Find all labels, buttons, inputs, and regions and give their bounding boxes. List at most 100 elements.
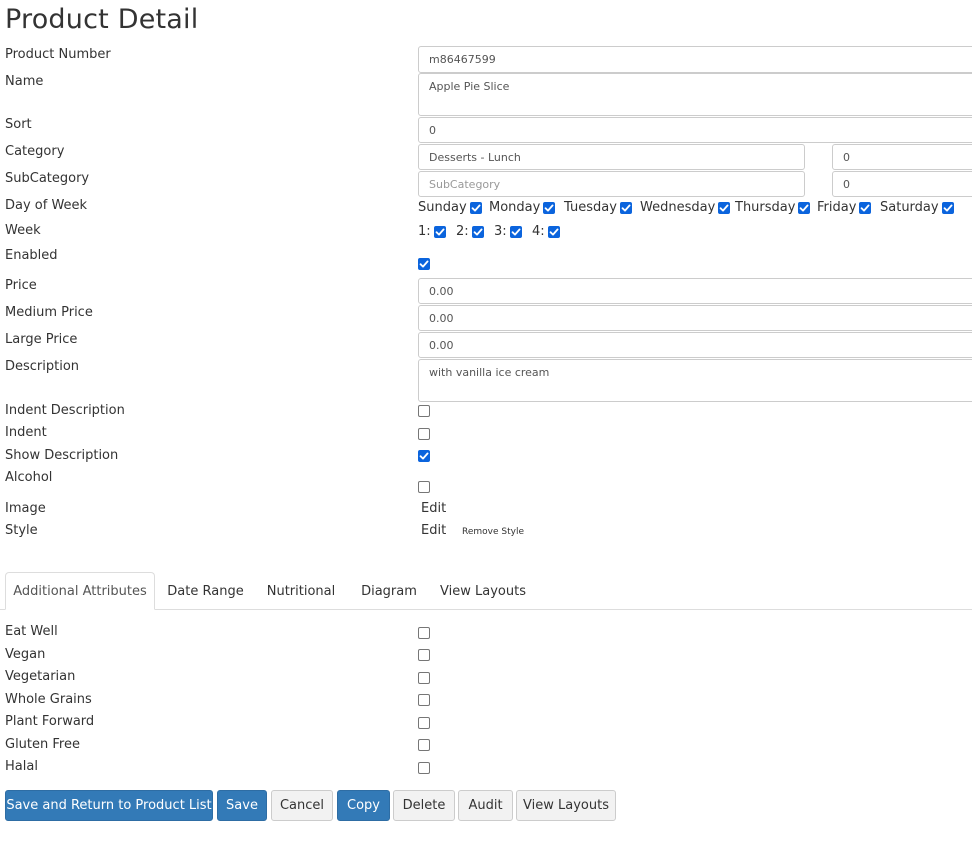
attr-label-eat-well: Eat Well	[5, 624, 58, 639]
tab-diagram[interactable]: Diagram	[352, 572, 426, 610]
checkbox[interactable]	[547, 225, 560, 238]
audit-button[interactable]: Audit	[458, 790, 513, 821]
indent-checkbox[interactable]	[418, 428, 430, 440]
checkbox[interactable]	[798, 201, 811, 214]
day-label: Saturday	[880, 200, 939, 215]
save-and-return-button[interactable]: Save and Return to Product List	[5, 790, 213, 821]
label-product-number: Product Number	[5, 47, 111, 62]
indent-description-checkbox[interactable]	[418, 405, 430, 417]
label-day-of-week: Day of Week	[5, 198, 88, 213]
check-icon	[943, 204, 953, 211]
week-4[interactable]: 4:	[532, 224, 560, 239]
category-sort-input[interactable]: 0	[832, 144, 972, 170]
checkbox[interactable]	[619, 201, 632, 214]
image-edit-link[interactable]: Edit	[421, 501, 446, 516]
cancel-button[interactable]: Cancel	[271, 790, 333, 821]
week-1[interactable]: 1:	[418, 224, 446, 239]
day-wednesday[interactable]: Wednesday	[640, 200, 731, 215]
checkbox[interactable]	[859, 201, 872, 214]
subcategory-input[interactable]: SubCategory	[418, 171, 805, 197]
attr-label-whole-grains: Whole Grains	[5, 692, 92, 707]
label-show-description: Show Description	[5, 448, 119, 463]
week-label: 4:	[532, 224, 545, 239]
day-label: Sunday	[418, 200, 467, 215]
plant-forward-checkbox[interactable]	[418, 717, 430, 729]
week-2[interactable]: 2:	[456, 224, 484, 239]
attr-label-vegetarian: Vegetarian	[5, 669, 76, 684]
check-icon	[473, 228, 483, 235]
vegetarian-checkbox[interactable]	[418, 672, 430, 684]
delete-button[interactable]: Delete	[393, 790, 455, 821]
week-label: 2:	[456, 224, 469, 239]
style-edit-link[interactable]: Edit	[421, 523, 446, 538]
label-large-price: Large Price	[5, 332, 78, 347]
remove-style-link[interactable]: Remove Style	[462, 527, 524, 537]
description-textarea[interactable]: with vanilla ice cream	[418, 359, 972, 402]
day-label: Tuesday	[564, 200, 617, 215]
day-monday[interactable]: Monday	[489, 200, 556, 215]
label-week: Week	[5, 223, 41, 238]
day-label: Thursday	[735, 200, 796, 215]
checkbox[interactable]	[941, 201, 954, 214]
tab-additional-attributes[interactable]: Additional Attributes	[5, 572, 155, 610]
save-button[interactable]: Save	[217, 790, 267, 821]
attr-label-halal: Halal	[5, 759, 38, 774]
attr-label-gluten-free: Gluten Free	[5, 737, 80, 752]
label-enabled: Enabled	[5, 248, 58, 263]
checkbox[interactable]	[718, 201, 731, 214]
product-number-input[interactable]: m86467599	[418, 46, 972, 73]
large-price-input[interactable]: 0.00	[418, 332, 972, 358]
eat-well-checkbox[interactable]	[418, 627, 430, 639]
day-sunday[interactable]: Sunday	[418, 200, 482, 215]
checkbox[interactable]	[469, 201, 482, 214]
day-label: Monday	[489, 200, 541, 215]
whole-grains-checkbox[interactable]	[418, 694, 430, 706]
copy-button[interactable]: Copy	[337, 790, 390, 821]
tab-date-range[interactable]: Date Range	[160, 572, 251, 610]
enabled-checkbox[interactable]	[418, 258, 430, 270]
check-icon	[861, 204, 870, 211]
day-friday[interactable]: Friday	[817, 200, 872, 215]
tab-nutritional[interactable]: Nutritional	[258, 572, 344, 610]
label-name: Name	[5, 74, 44, 89]
checkbox[interactable]	[433, 225, 446, 238]
checkbox[interactable]	[543, 201, 556, 214]
check-icon	[435, 228, 445, 235]
check-icon	[419, 260, 429, 268]
subcategory-sort-input[interactable]: 0	[832, 171, 972, 197]
day-tuesday[interactable]: Tuesday	[564, 200, 632, 215]
label-style: Style	[5, 523, 38, 538]
week-label: 3:	[494, 224, 507, 239]
check-icon	[621, 204, 631, 211]
label-price: Price	[5, 278, 37, 293]
gluten-free-checkbox[interactable]	[418, 739, 430, 751]
label-category: Category	[5, 144, 65, 159]
check-icon	[549, 228, 559, 235]
show-description-checkbox[interactable]	[418, 450, 430, 462]
day-thursday[interactable]: Thursday	[735, 200, 811, 215]
checkbox[interactable]	[509, 225, 522, 238]
name-textarea[interactable]: Apple Pie Slice	[418, 73, 972, 116]
sort-input[interactable]: 0	[418, 117, 972, 143]
label-indent: Indent	[5, 425, 47, 440]
halal-checkbox[interactable]	[418, 762, 430, 774]
week-label: 1:	[418, 224, 431, 239]
view-layouts-button[interactable]: View Layouts	[516, 790, 616, 821]
checkbox[interactable]	[471, 225, 484, 238]
category-input[interactable]: Desserts - Lunch	[418, 144, 805, 170]
attr-label-plant-forward: Plant Forward	[5, 714, 95, 729]
page-title: Product Detail	[5, 4, 199, 35]
medium-price-input[interactable]: 0.00	[418, 305, 972, 331]
day-label: Wednesday	[640, 200, 716, 215]
week-3[interactable]: 3:	[494, 224, 522, 239]
check-icon	[471, 204, 481, 211]
label-subcategory: SubCategory	[5, 171, 90, 186]
check-icon	[800, 204, 809, 211]
label-medium-price: Medium Price	[5, 305, 93, 320]
check-icon	[419, 452, 429, 460]
price-input[interactable]: 0.00	[418, 278, 972, 304]
tab-view-layouts[interactable]: View Layouts	[433, 572, 533, 610]
day-saturday[interactable]: Saturday	[880, 200, 954, 215]
vegan-checkbox[interactable]	[418, 649, 430, 661]
alcohol-checkbox[interactable]	[418, 481, 430, 493]
